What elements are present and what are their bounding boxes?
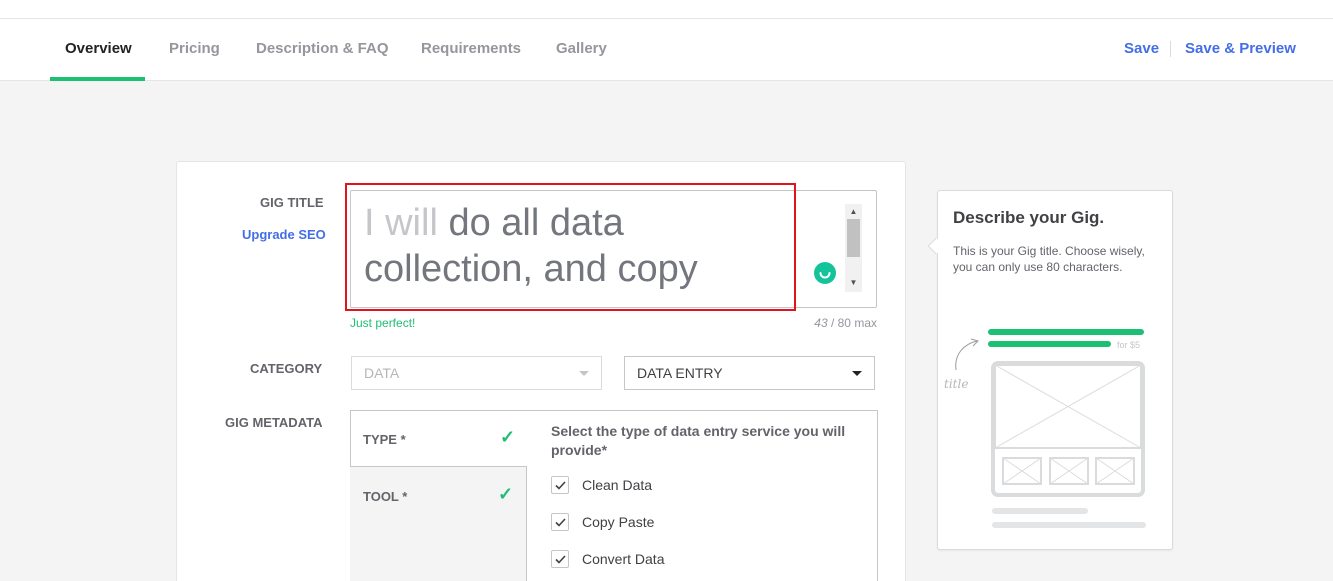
tab-requirements[interactable]: Requirements <box>421 19 521 81</box>
tab-description-faq[interactable]: Description & FAQ <box>256 19 389 81</box>
title-feedback: Just perfect! <box>350 316 416 330</box>
tips-description: This is your Gig title. Choose wisely, y… <box>953 244 1145 274</box>
checkbox[interactable] <box>551 513 569 531</box>
action-divider <box>1170 41 1171 57</box>
char-count-max: / 80 max <box>830 316 877 330</box>
gig-metadata-label: GIG METADATA <box>225 415 323 430</box>
illustration-line <box>992 522 1146 528</box>
checkbox[interactable] <box>551 550 569 568</box>
scroll-up-icon[interactable]: ▲ <box>848 207 859 217</box>
grammarly-icon[interactable] <box>814 262 836 284</box>
illustration-label: title <box>944 377 968 391</box>
illustration-line <box>992 508 1088 514</box>
upgrade-seo-link[interactable]: Upgrade SEO <box>242 227 326 242</box>
top-strip <box>0 0 1333 19</box>
illustration-title-bar <box>988 341 1111 347</box>
title-highlight-box <box>345 183 796 311</box>
check-icon: ✓ <box>500 427 516 447</box>
tab-overview[interactable]: Overview <box>65 19 132 81</box>
metadata-item-tool[interactable]: TOOL * <box>363 489 407 504</box>
option-label: Copy Paste <box>582 514 655 530</box>
option-label: Convert Data <box>582 551 665 567</box>
scrollbar-thumb[interactable] <box>847 219 860 257</box>
option-label: Clean Data <box>582 477 653 493</box>
illustration-title-bar <box>988 329 1144 335</box>
scroll-down-icon[interactable]: ▼ <box>848 278 859 288</box>
gig-title-label: GIG TITLE <box>260 195 324 210</box>
subcategory-value: DATA ENTRY <box>637 365 723 381</box>
char-count-current: 43 <box>814 316 828 330</box>
active-tab-indicator <box>50 77 145 81</box>
tab-pricing[interactable]: Pricing <box>169 19 220 81</box>
metadata-question: Select the type of data entry service yo… <box>551 423 846 458</box>
gig-title-illustration: for $5 title <box>944 329 1146 528</box>
metadata-divider <box>350 466 527 467</box>
checkbox[interactable] <box>551 476 569 494</box>
save-preview-button[interactable]: Save & Preview <box>1185 19 1296 81</box>
chevron-down-icon <box>852 371 862 376</box>
char-counter: 43 / 80 max <box>790 316 877 330</box>
category-label: CATEGORY <box>250 361 323 376</box>
chevron-down-icon <box>579 371 589 376</box>
metadata-item-type[interactable]: TYPE * <box>363 432 406 447</box>
category-value: DATA <box>364 365 400 381</box>
illustration-price: for $5 <box>1117 340 1140 350</box>
category-select[interactable]: DATA <box>351 356 602 390</box>
tips-title: Describe your Gig. <box>953 208 1105 227</box>
check-icon: ✓ <box>498 484 514 504</box>
subcategory-select[interactable]: DATA ENTRY <box>624 356 875 390</box>
save-button[interactable]: Save <box>1124 19 1159 81</box>
gig-editor-tabs: Overview Pricing Description & FAQ Requi… <box>0 19 1333 81</box>
tab-gallery[interactable]: Gallery <box>556 19 607 81</box>
